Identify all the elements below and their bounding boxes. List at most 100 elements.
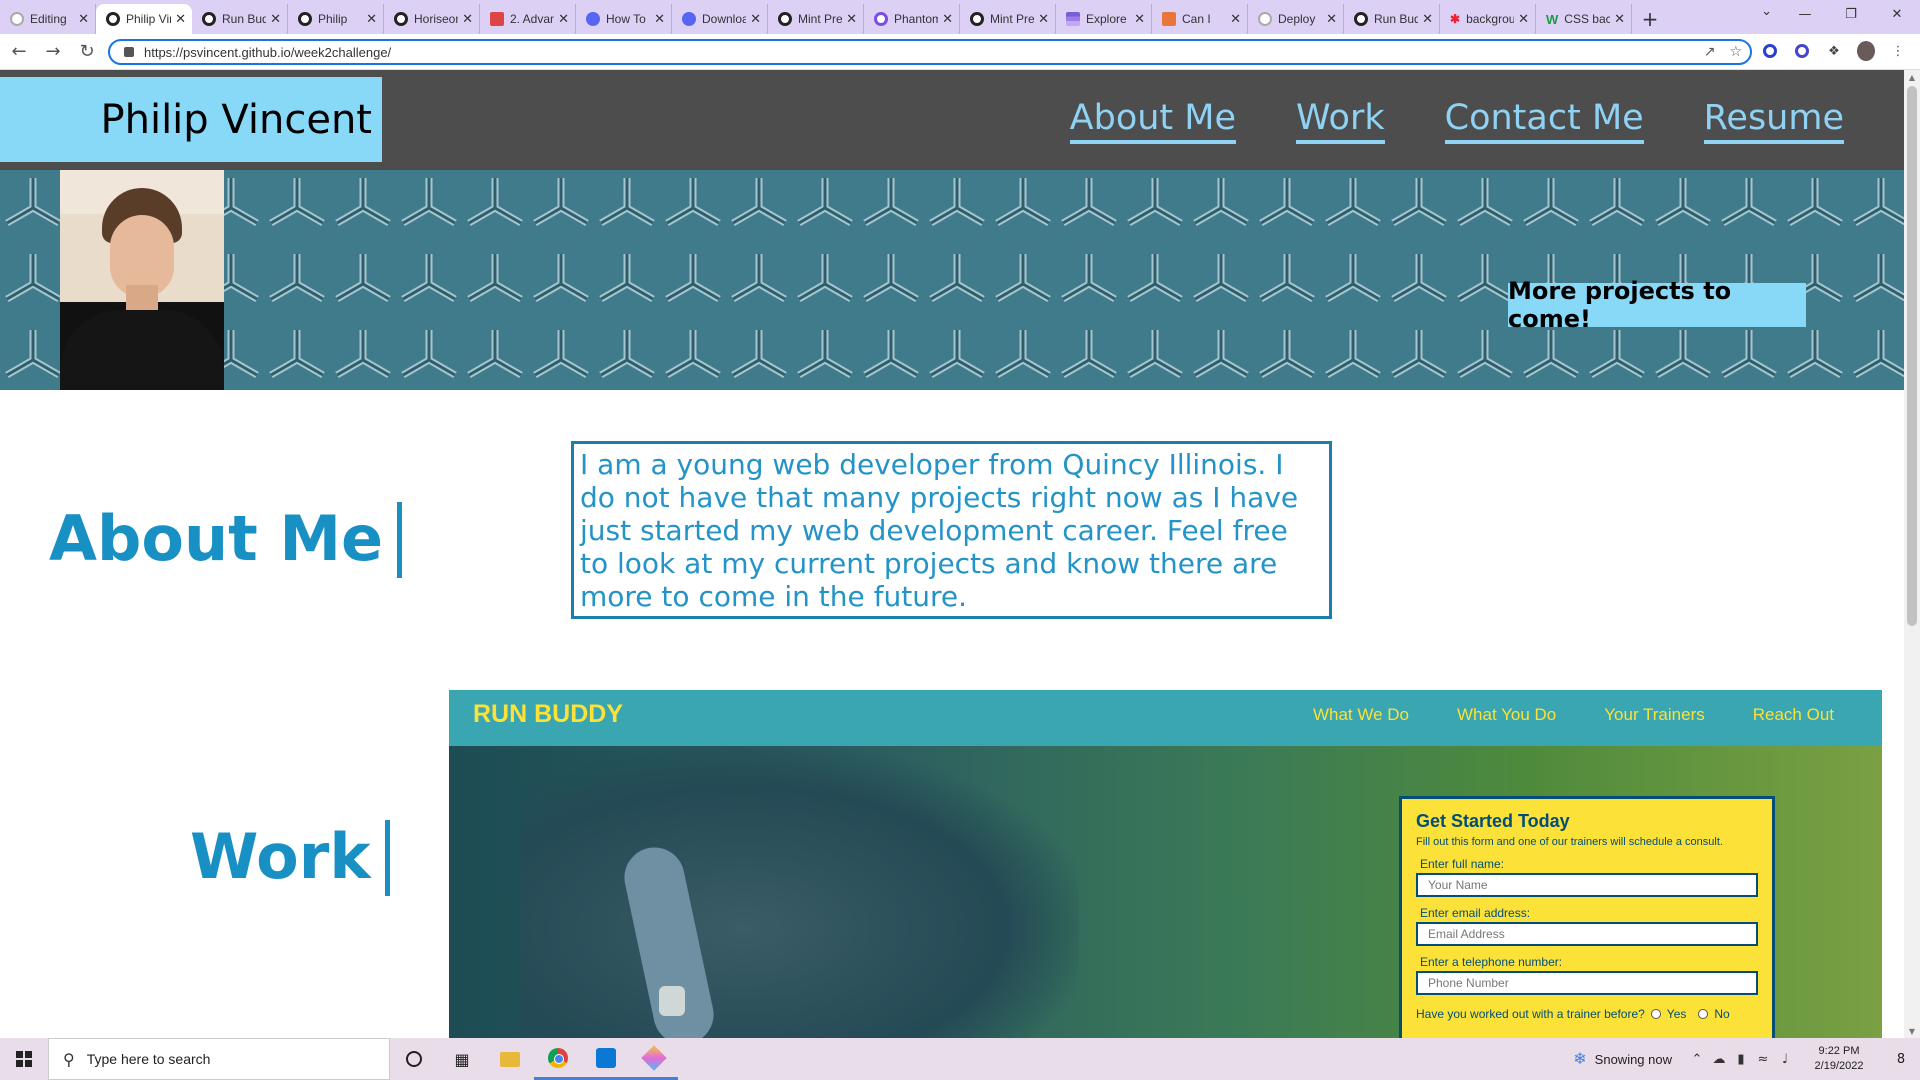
close-window-icon[interactable]: ✕: [1874, 0, 1920, 28]
minimize-icon[interactable]: —: [1782, 0, 1828, 28]
tab-title: background: [1466, 12, 1515, 26]
browser-tab[interactable]: Run Buddy✕: [1344, 4, 1440, 34]
browser-tab[interactable]: Explore ✕: [1056, 4, 1152, 34]
nav-link-contact-me[interactable]: Contact Me: [1444, 98, 1644, 144]
battery-icon[interactable]: ▮: [1730, 1052, 1752, 1067]
scroll-up-icon[interactable]: ▲: [1904, 70, 1920, 84]
close-tab-icon[interactable]: ✕: [654, 11, 665, 27]
browser-tab[interactable]: Phantom ✕: [864, 4, 960, 34]
browser-tab[interactable]: Run Buddy✕: [192, 4, 288, 34]
page-scrollbar[interactable]: ▲ ▼: [1904, 70, 1920, 1038]
close-tab-icon[interactable]: ✕: [270, 11, 281, 27]
onedrive-icon[interactable]: ☁: [1708, 1052, 1730, 1067]
asterisk-icon: ✱: [1450, 12, 1461, 26]
search-icon: ⚲: [63, 1049, 75, 1069]
hero-badge-text: More projects to come!: [1508, 277, 1732, 333]
share-icon[interactable]: ↗: [1704, 44, 1716, 60]
close-tab-icon[interactable]: ✕: [846, 11, 857, 27]
start-button[interactable]: [0, 1038, 48, 1080]
globe-icon: [298, 12, 312, 26]
address-bar[interactable]: https://psvincent.github.io/week2challen…: [108, 39, 1752, 65]
profile-avatar[interactable]: [1857, 41, 1875, 61]
globe-icon: [1354, 12, 1368, 26]
browser-tab[interactable]: ✱ background✕: [1440, 4, 1536, 34]
page-viewport: Philip Vincent About Me Work Contact Me …: [0, 70, 1904, 1038]
tab-title: Can I: [1182, 12, 1211, 26]
close-tab-icon[interactable]: ✕: [1038, 11, 1049, 27]
taskbar-search[interactable]: ⚲ Type here to search: [48, 1038, 390, 1080]
browser-tab[interactable]: Editing ✕: [0, 4, 96, 34]
browser-tab[interactable]: How To ✕: [576, 4, 672, 34]
nav-link-about-me[interactable]: About Me: [1069, 98, 1236, 144]
browser-tab[interactable]: Can I ✕: [1152, 4, 1248, 34]
reload-icon[interactable]: ↻: [72, 37, 102, 67]
chrome-icon[interactable]: [534, 1038, 582, 1080]
no-label: No: [1714, 1007, 1730, 1021]
new-tab-icon[interactable]: +: [1632, 4, 1668, 34]
browser-tab[interactable]: Mint Preview✕: [768, 4, 864, 34]
close-tab-icon[interactable]: ✕: [1422, 11, 1433, 27]
email-field: Email Address: [1416, 922, 1758, 946]
extension-ring-icon[interactable]: [1793, 42, 1811, 60]
browser-tab[interactable]: Philip Vincent ✕: [96, 4, 192, 34]
close-tab-icon[interactable]: ✕: [1134, 11, 1145, 27]
browser-tab[interactable]: Philip ✕: [288, 4, 384, 34]
close-tab-icon[interactable]: ✕: [366, 11, 377, 27]
volume-muted-icon[interactable]: ♩: [1774, 1052, 1796, 1067]
yes-radio: [1650, 1009, 1661, 1019]
forward-icon[interactable]: →: [38, 37, 68, 67]
form-title: Get Started Today: [1416, 811, 1570, 831]
close-tab-icon[interactable]: ✕: [78, 11, 89, 27]
file-explorer-icon[interactable]: [486, 1038, 534, 1080]
close-tab-icon[interactable]: ✕: [558, 11, 569, 27]
menu-kebab-icon[interactable]: ⋮: [1889, 42, 1907, 60]
browser-tab[interactable]: Deploy ✕: [1248, 4, 1344, 34]
run-buddy-nav-item: Your Trainers: [1604, 705, 1705, 724]
tab-title: Run Buddy: [1374, 12, 1419, 26]
close-tab-icon[interactable]: ✕: [1614, 11, 1625, 27]
bootcamp-icon: [490, 12, 504, 26]
browser-tab[interactable]: Horiseon ✕: [384, 4, 480, 34]
form-subtitle: Fill out this form and one of our traine…: [1416, 836, 1723, 848]
tray-chevron-icon[interactable]: ⌃: [1686, 1052, 1708, 1067]
notifications-icon[interactable]: 8: [1882, 1038, 1920, 1080]
extensions-puzzle-icon[interactable]: ❖: [1825, 42, 1843, 60]
close-tab-icon[interactable]: ✕: [175, 11, 186, 27]
browser-tab[interactable]: W CSS background✕: [1536, 4, 1632, 34]
gitkraken-icon[interactable]: [630, 1038, 678, 1080]
tab-title: Philip Vincent: [126, 12, 171, 26]
wifi-icon[interactable]: ≈: [1752, 1052, 1774, 1067]
url-text[interactable]: https://psvincent.github.io/week2challen…: [144, 45, 391, 60]
close-tab-icon[interactable]: ✕: [1518, 11, 1529, 27]
back-icon[interactable]: ←: [4, 37, 34, 67]
extension-ring-icon[interactable]: [1761, 42, 1779, 60]
tab-search-icon[interactable]: ⌄: [1761, 4, 1772, 19]
nav-link-resume[interactable]: Resume: [1703, 98, 1844, 144]
close-tab-icon[interactable]: ✕: [942, 11, 953, 27]
vscode-icon[interactable]: [582, 1038, 630, 1080]
close-tab-icon[interactable]: ✕: [462, 11, 473, 27]
browser-tab[interactable]: 2. Advanced✕: [480, 4, 576, 34]
close-tab-icon[interactable]: ✕: [1326, 11, 1337, 27]
taskbar-search-placeholder: Type here to search: [86, 1051, 211, 1067]
weather-widget[interactable]: ❄ Snowing now: [1573, 1049, 1672, 1069]
email-label: Enter email address:: [1420, 906, 1531, 920]
snowflake-icon: ❄: [1573, 1051, 1587, 1068]
scroll-down-icon[interactable]: ▼: [1904, 1024, 1920, 1038]
bookmark-star-icon[interactable]: ☆: [1729, 44, 1742, 60]
close-tab-icon[interactable]: ✕: [750, 11, 761, 27]
close-tab-icon[interactable]: ✕: [1230, 11, 1241, 27]
scrollbar-thumb[interactable]: [1907, 86, 1917, 626]
restore-icon[interactable]: ❐: [1828, 0, 1874, 28]
window-controls: — ❐ ✕: [1782, 0, 1920, 28]
run-buddy-project-card[interactable]: RUN BUDDY What We Do What You Do Your Tr…: [449, 690, 1882, 1038]
browser-tab[interactable]: Download✕: [672, 4, 768, 34]
cortana-icon[interactable]: [390, 1038, 438, 1080]
site-nav: About Me Work Contact Me Resume: [1069, 98, 1844, 144]
nav-link-work[interactable]: Work: [1296, 98, 1385, 144]
task-view-icon[interactable]: ▦: [438, 1038, 486, 1080]
browser-tab[interactable]: Mint Preview✕: [960, 4, 1056, 34]
trainer-question: Have you worked out with a trainer befor…: [1416, 1007, 1758, 1021]
lock-icon[interactable]: [124, 47, 134, 57]
clock[interactable]: 9:22 PM 2/19/2022: [1802, 1044, 1876, 1074]
